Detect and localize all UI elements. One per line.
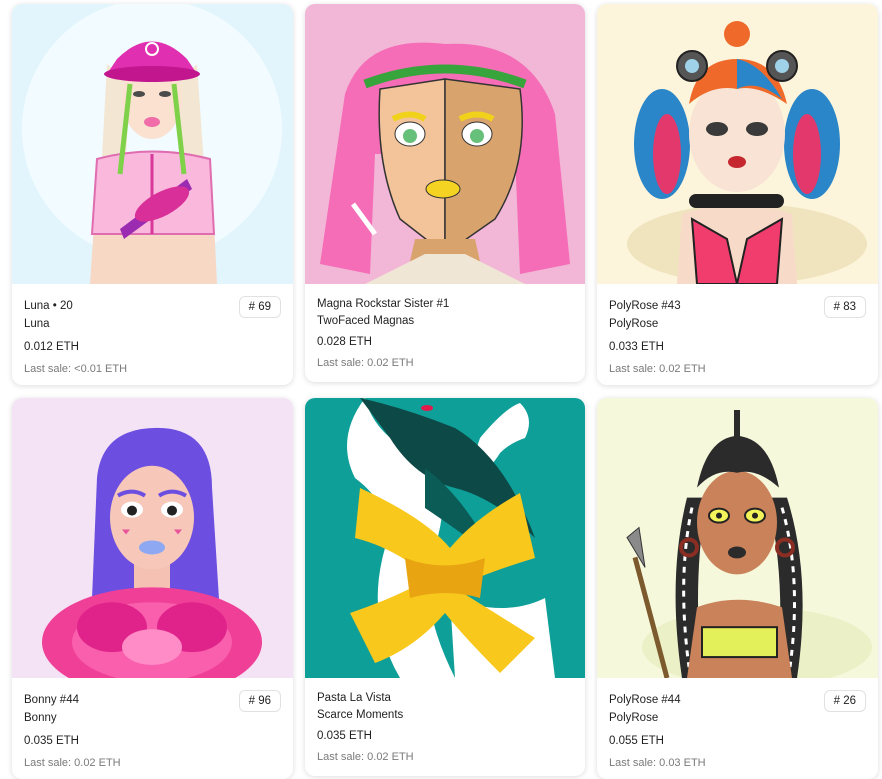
nft-last-sale: Last sale: 0.02 ETH bbox=[24, 757, 121, 769]
nft-last-sale: Last sale: 0.02 ETH bbox=[609, 363, 706, 375]
nft-price: 0.035 ETH bbox=[24, 735, 79, 747]
nft-card-polyrose-44[interactable]: PolyRose #44 PolyRose 0.055 ETH Last sal… bbox=[597, 398, 878, 779]
nft-collection[interactable]: PolyRose bbox=[609, 712, 658, 724]
nft-card-luna[interactable]: Luna • 20 Luna 0.012 ETH Last sale: <0.0… bbox=[12, 4, 293, 385]
nft-image-polyrose-44[interactable] bbox=[597, 398, 878, 678]
nft-collection[interactable]: Bonny bbox=[24, 712, 57, 724]
nft-price: 0.012 ETH bbox=[24, 341, 79, 353]
nft-last-sale: Last sale: 0.03 ETH bbox=[609, 757, 706, 769]
nft-collection[interactable]: PolyRose bbox=[609, 318, 658, 330]
nft-card-magna-rockstar-sister[interactable]: Magna Rockstar Sister #1 TwoFaced Magnas… bbox=[305, 4, 585, 382]
nft-name: Magna Rockstar Sister #1 bbox=[317, 298, 450, 310]
nft-image-magna-rockstar-sister[interactable] bbox=[305, 4, 585, 284]
nft-collection[interactable]: Scarce Moments bbox=[317, 709, 403, 721]
nft-name: Luna • 20 bbox=[24, 300, 73, 312]
rank-badge: # 83 bbox=[823, 296, 866, 318]
nft-image-polyrose-43[interactable] bbox=[597, 4, 878, 284]
nft-collection[interactable]: TwoFaced Magnas bbox=[317, 315, 414, 327]
nft-image-luna[interactable] bbox=[12, 4, 293, 284]
nft-card-bonny-44[interactable]: Bonny #44 Bonny 0.035 ETH Last sale: 0.0… bbox=[12, 398, 293, 779]
rank-badge: # 26 bbox=[823, 690, 866, 712]
rank-badge: # 96 bbox=[238, 690, 281, 712]
nft-name: Bonny #44 bbox=[24, 694, 79, 706]
nft-image-bonny-44[interactable] bbox=[12, 398, 293, 678]
nft-name: PolyRose #43 bbox=[609, 300, 681, 312]
nft-collection[interactable]: Luna bbox=[24, 318, 50, 330]
nft-name: Pasta La Vista bbox=[317, 692, 391, 704]
nft-price: 0.033 ETH bbox=[609, 341, 664, 353]
nft-price: 0.035 ETH bbox=[317, 730, 372, 742]
nft-image-pasta-la-vista[interactable] bbox=[305, 398, 585, 678]
nft-card-pasta-la-vista[interactable]: Pasta La Vista Scarce Moments 0.035 ETH … bbox=[305, 398, 585, 776]
nft-last-sale: Last sale: 0.02 ETH bbox=[317, 751, 414, 763]
nft-card-polyrose-43[interactable]: PolyRose #43 PolyRose 0.033 ETH Last sal… bbox=[597, 4, 878, 385]
nft-price: 0.055 ETH bbox=[609, 735, 664, 747]
rank-badge: # 69 bbox=[238, 296, 281, 318]
nft-name: PolyRose #44 bbox=[609, 694, 681, 706]
nft-last-sale: Last sale: <0.01 ETH bbox=[24, 363, 128, 375]
nft-price: 0.028 ETH bbox=[317, 336, 372, 348]
nft-last-sale: Last sale: 0.02 ETH bbox=[317, 357, 414, 369]
